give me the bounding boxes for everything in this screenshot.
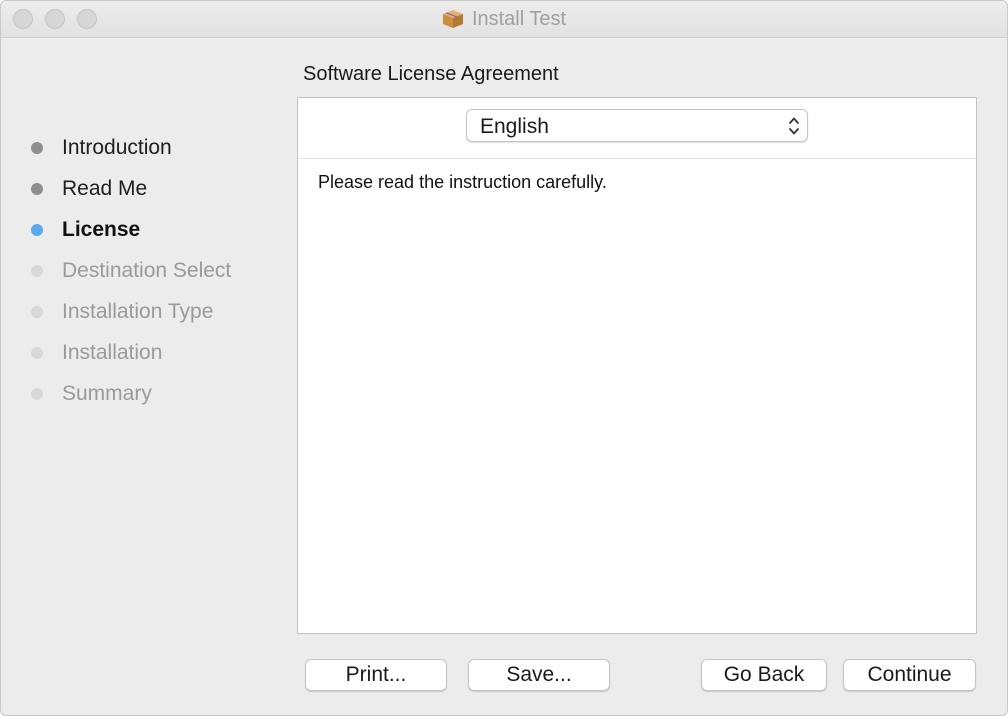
- step-label: Introduction: [62, 135, 172, 159]
- save-button[interactable]: Save...: [468, 659, 610, 691]
- chevron-up-down-icon: [789, 117, 799, 135]
- step-item: Read Me: [31, 168, 231, 209]
- language-bar: English: [298, 98, 976, 159]
- step-item: Introduction: [31, 127, 231, 168]
- continue-button[interactable]: Continue: [843, 659, 976, 691]
- window-title: Install Test: [471, 7, 567, 30]
- step-status-dot: [31, 141, 43, 154]
- license-panel: English Please read the instruction care…: [297, 97, 977, 634]
- step-label: Summary: [62, 381, 152, 405]
- step-status-dot: [31, 223, 43, 236]
- step-status-dot: [31, 387, 43, 400]
- step-item: Destination Select: [31, 250, 231, 291]
- window-title-group: Install Test: [1, 1, 1007, 37]
- pane-heading: Software License Agreement: [303, 63, 559, 85]
- step-status-dot: [31, 182, 43, 195]
- package-icon: [442, 10, 463, 28]
- installer-window: Install Test Introduction Read Me License D…: [0, 0, 1008, 716]
- step-item: Installation: [31, 332, 231, 373]
- go-back-button[interactable]: Go Back: [701, 659, 827, 691]
- step-label: Installation: [62, 340, 163, 364]
- language-select[interactable]: English: [466, 109, 808, 142]
- step-label: License: [62, 217, 141, 241]
- print-button[interactable]: Print...: [305, 659, 447, 691]
- step-label: Destination Select: [62, 258, 232, 282]
- step-item: Summary: [31, 373, 231, 414]
- title-bar[interactable]: Install Test: [1, 1, 1007, 38]
- step-label: Read Me: [62, 176, 148, 200]
- step-status-dot: [31, 346, 43, 359]
- license-text: Please read the instruction carefully.: [318, 172, 607, 192]
- installer-steps-list: Introduction Read Me License Destination Se…: [31, 127, 231, 414]
- step-status-dot: [31, 305, 43, 318]
- step-item: Installation Type: [31, 291, 231, 332]
- step-item: License: [31, 209, 231, 250]
- language-select-value: English: [480, 115, 549, 138]
- step-status-dot: [31, 264, 43, 277]
- step-label: Installation Type: [62, 299, 214, 323]
